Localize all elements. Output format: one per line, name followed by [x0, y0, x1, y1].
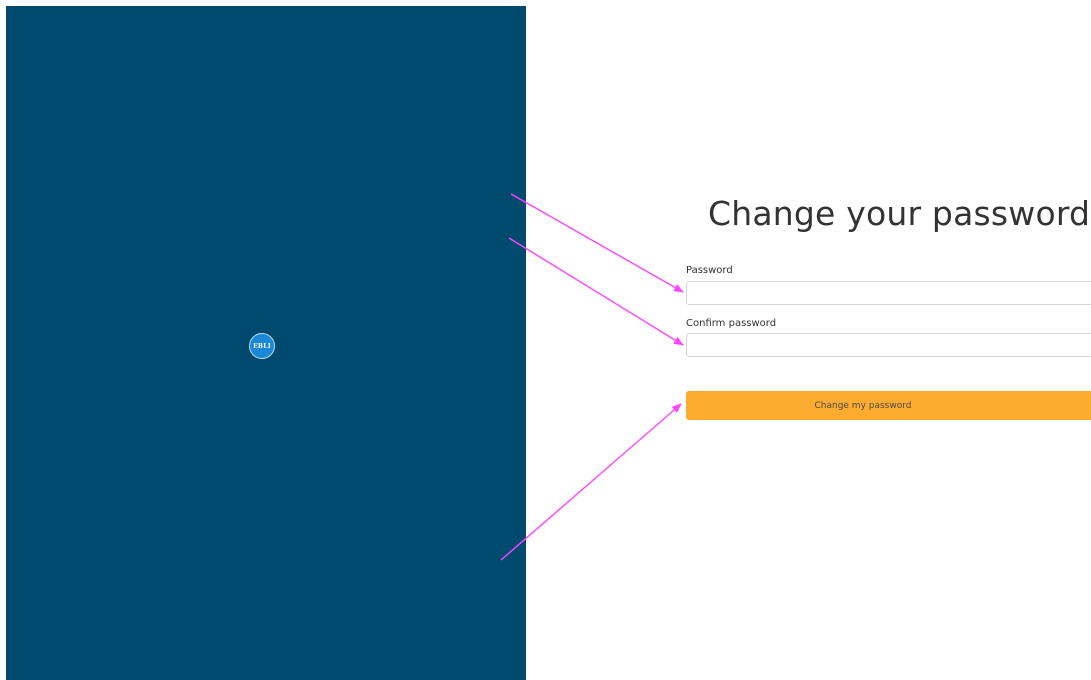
confirm-password-label: Confirm password	[686, 318, 777, 329]
password-label: Password	[686, 265, 733, 276]
logo-text: EBLI	[253, 342, 271, 350]
change-password-button[interactable]: Change my password	[686, 391, 1091, 420]
password-form-panel: Change your password Password Confirm pa…	[526, 0, 1091, 680]
logo-icon: EBLI	[249, 333, 275, 359]
page: EBLI Change your password Password Confi…	[0, 0, 1091, 680]
change-password-button-label: Change my password	[814, 400, 912, 411]
confirm-password-input[interactable]	[686, 333, 1091, 357]
page-title: Change your password	[708, 194, 1091, 233]
password-input[interactable]	[686, 281, 1091, 305]
branding-panel: EBLI	[6, 6, 526, 680]
